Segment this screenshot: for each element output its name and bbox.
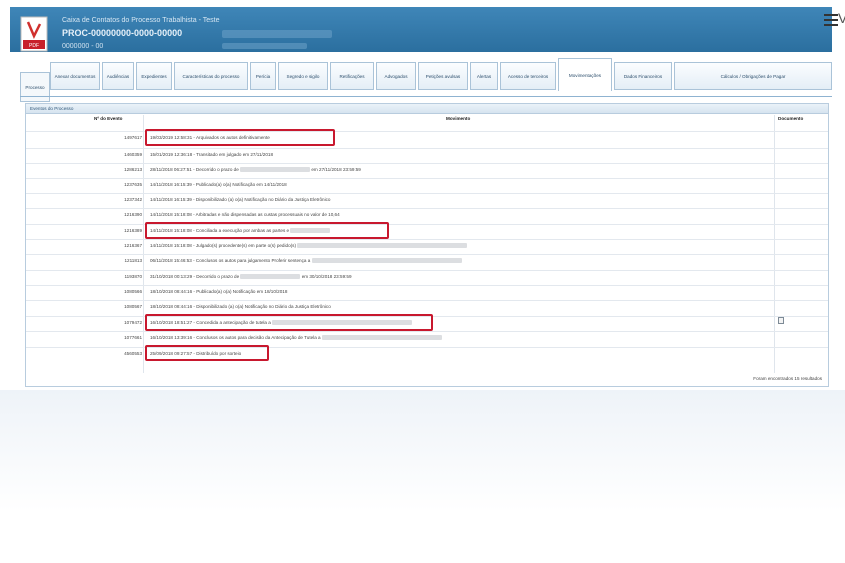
table-row[interactable]: 1460359 15/01/2019 12:36:18 - Transitado…	[26, 148, 828, 161]
event-movement-text: 14/11/2018 15:18:08 - Julgado(s) procede…	[150, 243, 296, 248]
event-id: 1497617	[124, 135, 142, 140]
event-movement: 06/11/2018 15:46:53 - Conclusos os autos…	[150, 258, 462, 264]
header-detail: 0000000 - 00	[62, 43, 104, 50]
highlight-box	[145, 222, 389, 239]
event-movement: 18/10/2018 08:44:16 - Publicado(a) o(a) …	[150, 289, 288, 294]
event-movement: 16/10/2018 13:39:16 - Conclusos os autos…	[150, 335, 442, 341]
tab-acesso-terceiros[interactable]: Acesso de terceiros	[500, 62, 556, 90]
hamburger-menu-icon[interactable]	[824, 14, 838, 28]
svg-text:PDF: PDF	[29, 43, 39, 49]
event-id: 1286213	[124, 167, 142, 172]
tab-caracteristicas[interactable]: Características do processo	[174, 62, 248, 90]
event-id: 1077661	[124, 335, 142, 340]
header-subtitle: Caixa de Contatos do Processo Trabalhist…	[62, 17, 220, 24]
table-row[interactable]: 1193870 31/10/2018 00:13:29 - Decorrido …	[26, 270, 828, 283]
event-id: 1460359	[124, 152, 142, 157]
event-id: 1237635	[124, 182, 142, 187]
event-id: 1211813	[124, 258, 142, 263]
background	[0, 390, 845, 563]
redacted-name	[240, 274, 301, 280]
document-icon[interactable]	[778, 317, 784, 324]
pdf-file-icon: PDF	[20, 16, 48, 52]
event-movement-text: 06/11/2018 15:46:53 - Conclusos os autos…	[150, 258, 311, 263]
event-id: 1079472	[124, 320, 142, 325]
table-row[interactable]: 1237342 14/11/2018 16:15:39 - Disponibil…	[26, 193, 828, 206]
tab-pericia[interactable]: Perícia	[250, 62, 276, 90]
event-movement: 18/10/2018 08:44:16 - Disponibilizado (a…	[150, 304, 331, 309]
event-movement: 15/01/2019 12:36:18 - Transitado em julg…	[150, 152, 274, 157]
event-movement: 28/11/2018 06:27:51 - Decorrido o prazo …	[150, 167, 361, 173]
events-panel: Eventos do Processo Nº do Evento Movimen…	[25, 103, 829, 387]
event-movement: 31/10/2018 00:13:29 - Decorrido o prazo …	[150, 274, 352, 280]
table-row[interactable]: 1080566 18/10/2018 08:44:16 - Publicado(…	[26, 285, 828, 298]
tab-calculos[interactable]: Cálculos / Obrigações de Pagar	[674, 62, 832, 90]
redacted-name	[321, 335, 442, 341]
table-row[interactable]: 1077661 16/10/2018 13:39:16 - Conclusos …	[26, 331, 828, 344]
tab-retificacoes[interactable]: Retificações	[330, 62, 374, 90]
table-row[interactable]: 1216390 14/11/2018 15:18:08 - Arbitradas…	[26, 208, 828, 221]
event-id: 1080566	[124, 289, 142, 294]
event-movement: 14/11/2018 16:15:39 - Disponibilizado (a…	[150, 197, 331, 202]
panel-title: Eventos do Processo	[26, 104, 828, 114]
event-id: 1216390	[124, 212, 142, 217]
event-id: 1193870	[124, 274, 142, 279]
table-row[interactable]: 1080567 18/10/2018 08:44:16 - Disponibil…	[26, 300, 828, 313]
event-movement: 14/11/2018 15:18:08 - Julgado(s) procede…	[150, 243, 468, 249]
process-number: PROC-00000000-0000-00000	[62, 28, 183, 38]
redacted-info	[222, 43, 307, 49]
highlight-box	[145, 345, 269, 361]
column-header-id[interactable]: Nº do Evento	[94, 114, 122, 123]
highlight-box	[145, 314, 433, 331]
table-row[interactable]: 1216367 14/11/2018 15:18:08 - Julgado(s)…	[26, 239, 828, 252]
tab-expedientes[interactable]: Expedientes	[136, 62, 172, 90]
tab-advogados[interactable]: Advogados	[376, 62, 416, 90]
redacted-name	[297, 243, 468, 249]
event-movement-text: 28/11/2018 06:27:51 - Decorrido o prazo …	[150, 167, 239, 172]
tab-bar: Anexar documentos Audiências Expedientes…	[20, 56, 832, 97]
tab-peticoes-avulsas[interactable]: Petições avulsas	[418, 62, 468, 90]
event-movement-text: 31/10/2018 00:13:29 - Decorrido o prazo …	[150, 274, 240, 279]
event-movement: 14/11/2018 16:15:39 - Publicado(a) o(a) …	[150, 182, 287, 187]
event-id: 4560553	[124, 351, 142, 356]
app-header: PDF Caixa de Contatos do Processo Trabal…	[10, 7, 832, 52]
table-row[interactable]: 1237635 14/11/2018 16:15:39 - Publicado(…	[26, 178, 828, 191]
tab-anexar-documentos[interactable]: Anexar documentos	[50, 62, 100, 90]
redacted-info	[222, 30, 332, 38]
event-id: 1216367	[124, 243, 142, 248]
tab-audiencias[interactable]: Audiências	[102, 62, 134, 90]
table-row[interactable]: 1211813 06/11/2018 15:46:53 - Conclusos …	[26, 254, 828, 267]
event-id: 1237342	[124, 197, 142, 202]
tab-segredo-sigilo[interactable]: Segredo e sigilo	[278, 62, 328, 90]
tab-movimentacoes[interactable]: Movimentações	[558, 58, 612, 91]
event-movement: 14/11/2018 15:18:08 - Arbitradas e não d…	[150, 212, 340, 217]
user-icon[interactable]: V	[838, 10, 845, 26]
redacted-name	[240, 167, 311, 173]
column-header-movimento[interactable]: Movimento	[446, 114, 470, 123]
event-movement-text: 16/10/2018 13:39:16 - Conclusos os autos…	[150, 335, 321, 340]
tab-dados-financeiros[interactable]: Dados Financeiros	[614, 62, 672, 90]
event-id: 1216389	[124, 228, 142, 233]
table-row[interactable]: 1286213 28/11/2018 06:27:51 - Decorrido …	[26, 163, 828, 176]
event-movement-suffix: em 27/11/2018 23:59:59	[311, 167, 361, 172]
tab-alertas[interactable]: Alertas	[470, 62, 498, 90]
event-movement-suffix: em 30/10/2018 23:59:59	[301, 274, 352, 279]
event-id: 1080567	[124, 304, 142, 309]
results-count: Foram encontrados 15 resultados	[753, 376, 822, 381]
column-header-documento[interactable]: Documento	[778, 114, 803, 123]
redacted-name	[311, 258, 462, 264]
highlight-box	[145, 129, 335, 146]
